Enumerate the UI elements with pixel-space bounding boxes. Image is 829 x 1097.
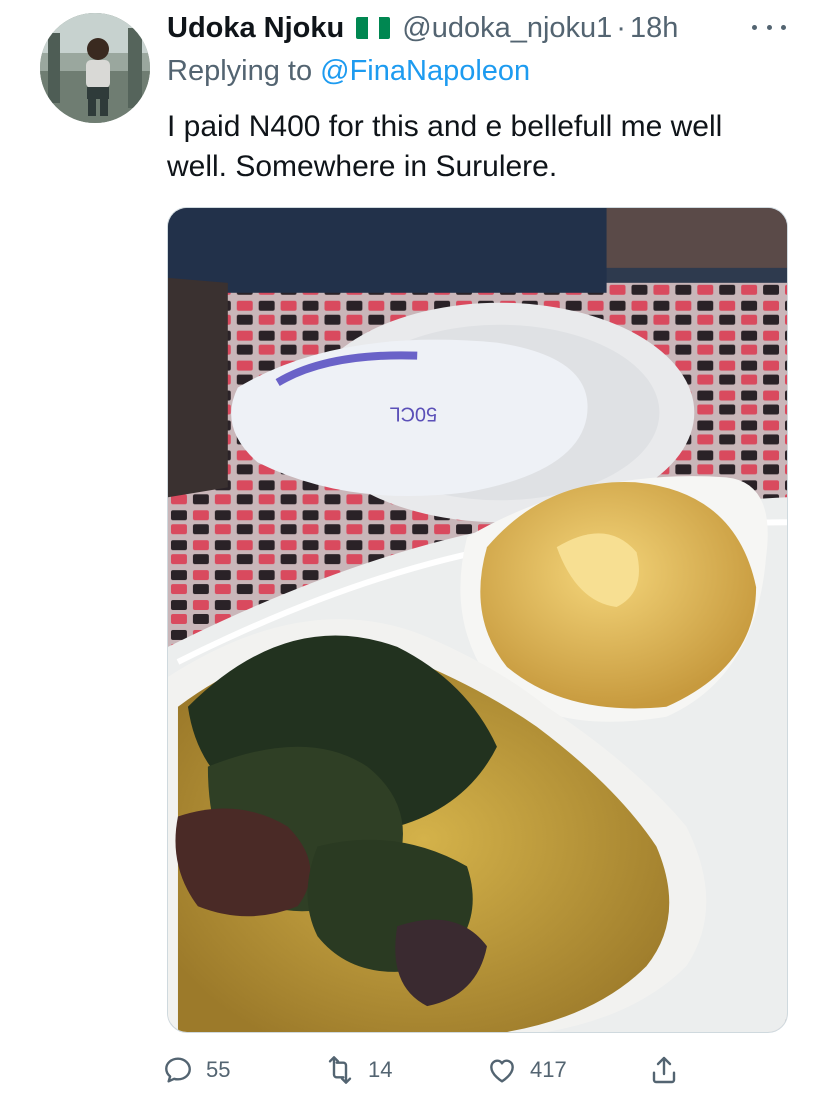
tweet-text: I paid N400 for this and e bellefull me … [167,110,723,183]
replying-prefix: Replying to [167,55,321,87]
tweet-time[interactable]: 18h [630,12,678,45]
replying-to-link[interactable]: @FinaNapoleon [320,55,530,87]
like-count: 417 [530,1057,567,1082]
retweet-button[interactable]: 14 [324,1049,392,1091]
share-button[interactable] [648,1049,680,1091]
avatar[interactable] [40,13,150,123]
retweet-count: 14 [368,1057,393,1082]
tweet-header: Udoka Njoku @udoka_njoku1 · 18h [167,8,807,48]
sachet-label: 50CL [389,403,437,425]
tweet-photo[interactable]: 50CL [167,207,788,1033]
heart-icon [490,1059,514,1083]
share-icon [652,1056,676,1084]
retweet-icon [328,1056,352,1084]
author-handle[interactable]: @udoka_njoku1 [402,12,612,45]
tweet-actions: 55 14 417 [162,1049,702,1091]
author-name[interactable]: Udoka Njoku [167,12,344,45]
replying-to: Replying to @FinaNapoleon [167,55,530,88]
separator-dot: · [616,11,626,44]
nigeria-flag-icon [356,17,391,39]
reply-count: 55 [206,1057,231,1082]
reply-button[interactable]: 55 [162,1049,230,1091]
like-button[interactable]: 417 [486,1049,567,1091]
reply-icon [165,1057,191,1083]
more-options-icon[interactable] [752,12,786,42]
